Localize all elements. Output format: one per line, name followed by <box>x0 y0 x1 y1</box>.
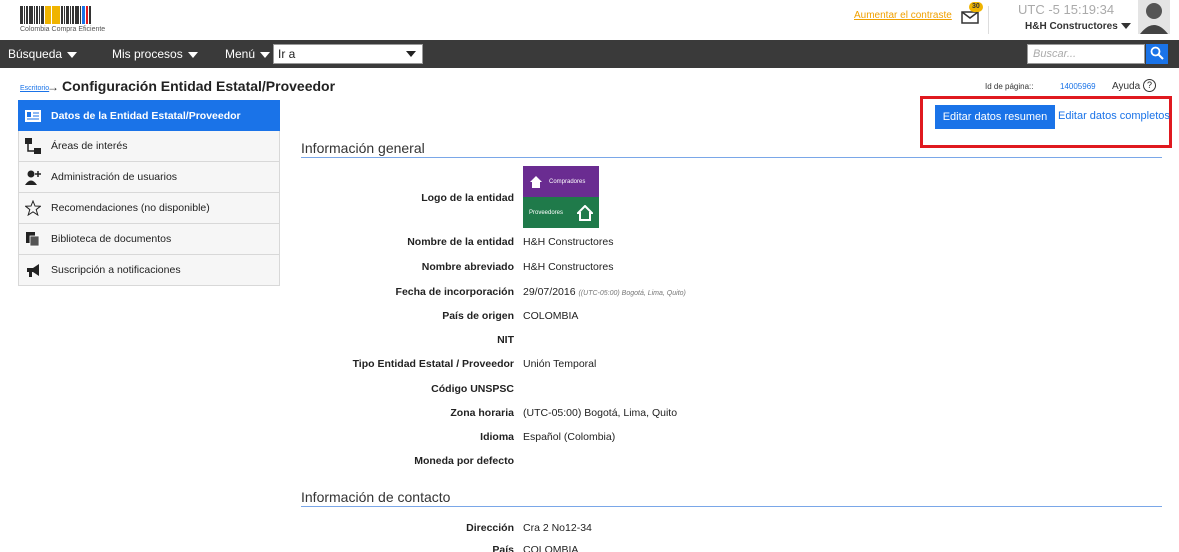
main-navbar: Búsqueda Mis procesos Menú Ir a <box>0 40 1179 68</box>
logo-label: Logo de la entidad <box>421 192 514 204</box>
field-label-nit: NIT <box>497 334 514 346</box>
field-value-tipo-entidad: Unión Temporal <box>523 358 597 370</box>
sidebar-item-label: Administración de usuarios <box>51 171 178 183</box>
general-info-heading: Información general <box>301 140 425 156</box>
caret-down-icon <box>260 51 271 58</box>
field-value-pais: COLOMBIA <box>523 544 579 552</box>
go-to-select-value: Ir a <box>278 47 296 61</box>
nav-mis-procesos[interactable]: Mis procesos <box>112 47 198 61</box>
sidebar-item-biblioteca[interactable]: Biblioteca de documentos <box>18 224 280 255</box>
go-to-select[interactable]: Ir a <box>273 44 423 64</box>
megaphone-icon <box>25 262 41 278</box>
colombia-compra-logo[interactable]: Colombia Compra Eficiente <box>20 6 115 34</box>
field-value-pais-origen: COLOMBIA <box>523 310 579 322</box>
caret-down-icon <box>67 51 78 58</box>
house-icon <box>530 175 542 188</box>
fecha-timezone: ((UTC-05:00) Bogotá, Lima, Quito) <box>578 290 686 297</box>
help-link[interactable]: Ayuda <box>1112 81 1140 92</box>
page-id-label: Id de página:: <box>985 82 1034 91</box>
help-icon[interactable]: ? <box>1143 79 1156 92</box>
field-label-moneda: Moneda por defecto <box>414 455 514 467</box>
field-label-nombre-entidad: Nombre de la entidad <box>407 236 514 248</box>
section-divider <box>301 157 1162 158</box>
field-label-pais: País <box>492 544 514 552</box>
field-value-nombre-entidad: H&H Constructores <box>523 236 614 248</box>
logo-caption: Colombia Compra Eficiente <box>20 26 106 33</box>
house-outline-icon <box>577 204 593 221</box>
sidebar-item-suscripcion[interactable]: Suscripción a notificaciones <box>18 255 280 286</box>
sidebar-nav: Datos de la Entidad Estatal/Proveedor Ár… <box>18 100 280 286</box>
field-label-direccion: Dirección <box>466 522 514 534</box>
clock-display: UTC -5 15:19:34 <box>1018 2 1115 17</box>
sidebar-item-label: Datos de la Entidad Estatal/Proveedor <box>51 109 241 122</box>
nav-menu-label: Menú <box>225 47 256 61</box>
id-card-icon <box>25 108 41 124</box>
nav-busqueda-label: Búsqueda <box>8 47 63 61</box>
hierarchy-icon <box>25 138 41 154</box>
caret-down-icon <box>187 51 198 58</box>
entity-logo-bottom: Proveedores <box>523 197 599 228</box>
edit-summary-button[interactable]: Editar datos resumen <box>935 105 1055 129</box>
edit-full-data-link[interactable]: Editar datos completos <box>1058 110 1170 122</box>
logo-proveedores-text: Proveedores <box>529 209 564 216</box>
barcode-logo-icon <box>20 6 115 24</box>
search-button[interactable] <box>1146 44 1168 64</box>
nav-menu[interactable]: Menú <box>225 47 271 61</box>
field-label-nombre-abreviado: Nombre abreviado <box>421 261 514 273</box>
sidebar-item-datos-entidad[interactable]: Datos de la Entidad Estatal/Proveedor <box>18 100 280 131</box>
sidebar-item-label: Áreas de interés <box>51 140 128 152</box>
search-icon <box>1150 46 1164 60</box>
fecha-value: 29/07/2016 <box>523 286 576 298</box>
field-label-fecha-incorporacion: Fecha de incorporación <box>395 286 514 298</box>
search-input[interactable] <box>1027 44 1145 64</box>
section-divider <box>301 506 1162 507</box>
documents-icon <box>25 231 41 247</box>
sidebar-item-label: Biblioteca de documentos <box>51 233 172 245</box>
caret-down-icon <box>406 51 416 57</box>
user-silhouette-icon <box>1140 3 1168 34</box>
page-title: Configuración Entidad Estatal/Proveedor <box>62 78 336 94</box>
sidebar-item-recomendaciones[interactable]: Recomendaciones (no disponible) <box>18 193 280 224</box>
field-value-nombre-abreviado: H&H Constructores <box>523 261 614 273</box>
page-id-link[interactable]: 14005969 <box>1060 82 1096 91</box>
field-label-codigo-unspsc: Código UNSPSC <box>431 383 514 395</box>
nav-mis-procesos-label: Mis procesos <box>112 47 183 61</box>
entity-logo-top: Compradores <box>523 166 599 197</box>
field-value-zona-horaria: (UTC-05:00) Bogotá, Lima, Quito <box>523 407 678 419</box>
sidebar-item-label: Recomendaciones (no disponible) <box>51 202 210 214</box>
star-outline-icon <box>25 200 41 216</box>
user-name: H&H Constructores <box>1025 21 1118 32</box>
breadcrumb-arrow: → <box>47 80 59 94</box>
header-divider <box>988 6 989 34</box>
sidebar-item-areas-interes[interactable]: Áreas de interés <box>18 131 280 162</box>
entity-logo-image: Compradores Proveedores <box>523 166 599 228</box>
nav-busqueda[interactable]: Búsqueda <box>8 47 78 61</box>
sidebar-item-label: Suscripción a notificaciones <box>51 264 181 276</box>
field-value-fecha-incorporacion: 29/07/2016 ((UTC-05:00) Bogotá, Lima, Qu… <box>523 286 686 298</box>
chevron-down-icon <box>1120 23 1131 30</box>
breadcrumb-home-link[interactable]: Escritorio <box>20 85 49 92</box>
contact-info-heading: Información de contacto <box>301 489 451 505</box>
sidebar-item-administracion-usuarios[interactable]: Administración de usuarios <box>18 162 280 193</box>
top-header: Colombia Compra Eficiente Aumentar el co… <box>0 0 1179 40</box>
field-label-tipo-entidad: Tipo Entidad Estatal / Proveedor <box>352 358 514 370</box>
logo-compradores-text: Compradores <box>549 178 586 185</box>
field-label-pais-origen: País de origen <box>442 310 514 322</box>
field-value-idioma: Español (Colombia) <box>523 431 616 443</box>
mail-count-badge: 30 <box>969 2 983 12</box>
field-label-idioma: Idioma <box>480 431 514 443</box>
add-user-icon <box>25 169 41 185</box>
avatar[interactable] <box>1138 0 1170 34</box>
user-menu[interactable]: H&H Constructores <box>1025 21 1131 32</box>
field-value-direccion: Cra 2 No12-34 <box>523 522 592 534</box>
field-label-zona-horaria: Zona horaria <box>450 407 514 419</box>
increase-contrast-link[interactable]: Aumentar el contraste <box>854 10 952 21</box>
